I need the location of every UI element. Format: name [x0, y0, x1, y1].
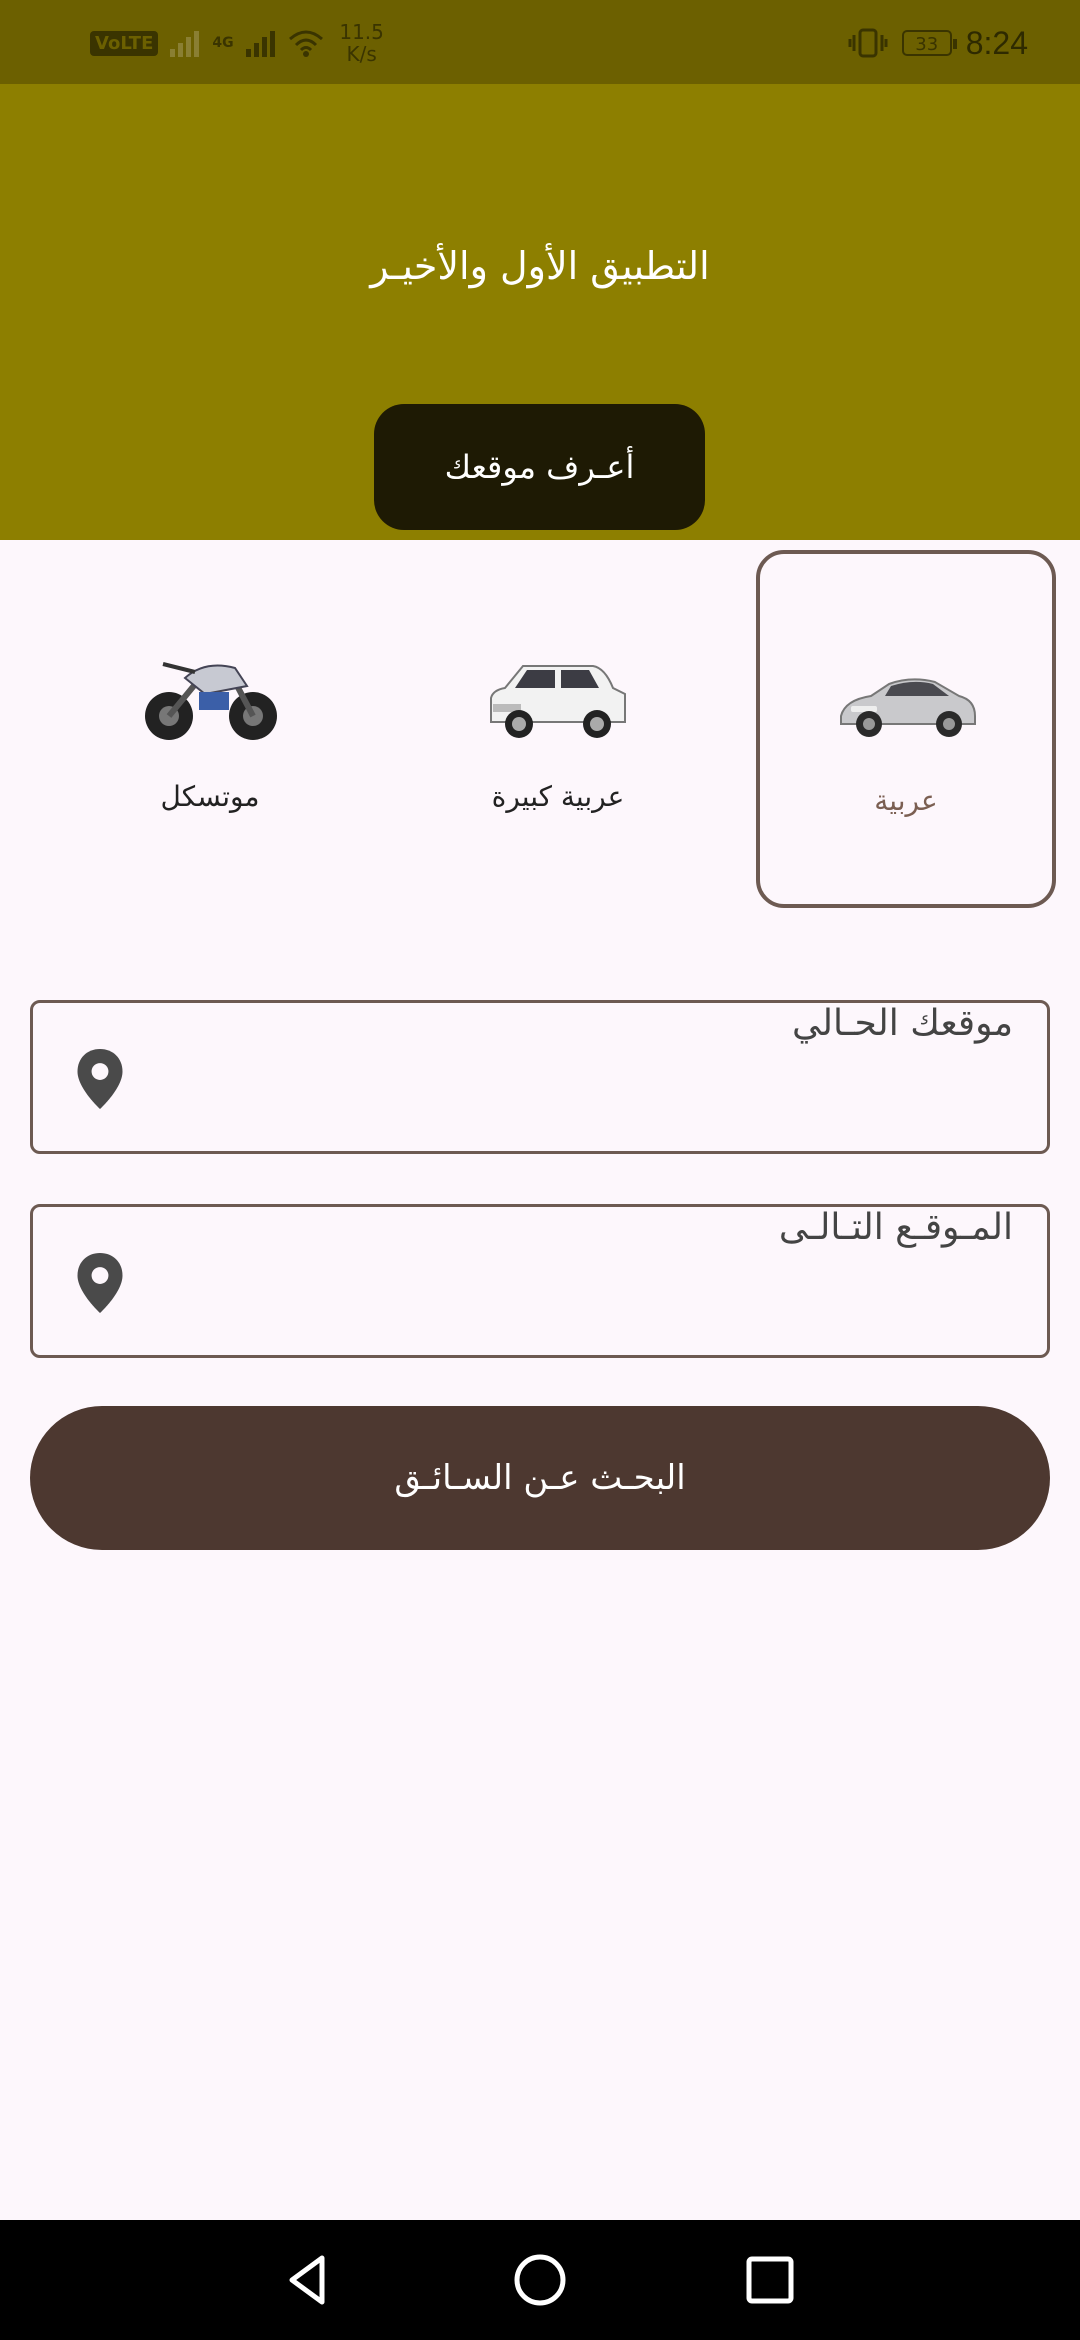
vehicle-option-suv[interactable]: عربية كبيرة	[408, 550, 708, 908]
status-right: 33 8:24	[848, 18, 1028, 68]
sports-car-icon	[840, 678, 976, 737]
signal-strength-icon	[245, 31, 275, 57]
signal-icon	[170, 31, 200, 57]
current-location-text: موقعك الحـالي	[792, 1003, 1013, 1044]
home-icon[interactable]	[510, 2250, 570, 2310]
status-left: VoLTE 4G 11.5 K/s	[90, 18, 390, 68]
vehicle-label-car: عربية	[874, 784, 938, 817]
next-location-field[interactable]: المـوقـع التـالـى	[30, 1204, 1050, 1358]
vehicle-option-car[interactable]: عربية	[756, 550, 1056, 908]
location-pin-icon	[77, 1253, 123, 1313]
system-nav-bar	[0, 2220, 1080, 2340]
wifi-icon	[288, 30, 323, 57]
speed-unit: K/s	[346, 42, 377, 66]
current-location-field[interactable]: موقعك الحـالي	[30, 1000, 1050, 1154]
app-title: التطبيق الأول والأخيـر	[370, 244, 710, 288]
locate-me-button[interactable]: أعـرف موقعك	[374, 404, 705, 530]
next-location-text: المـوقـع التـالـى	[778, 1207, 1013, 1248]
suv-icon	[490, 665, 626, 738]
vibrate-icon	[848, 28, 888, 58]
speed-value: 11.5	[339, 20, 384, 44]
clock: 8:24	[965, 24, 1028, 61]
search-driver-button[interactable]: البحـث عـن السـائـق	[30, 1406, 1050, 1550]
vehicle-label-motorcycle: موتسكل	[160, 780, 260, 813]
vehicle-option-motorcycle[interactable]: موتسكل	[60, 550, 360, 908]
vehicle-label-suv: عربية كبيرة	[491, 780, 625, 813]
network-speed: 11.5 K/s	[334, 21, 390, 65]
back-icon[interactable]	[278, 2250, 338, 2310]
network-type: 4G	[212, 35, 234, 51]
battery-indicator: 33	[901, 30, 957, 56]
status-bar: VoLTE 4G 11.5 K/s 33 8:24	[0, 0, 1080, 84]
recents-icon[interactable]	[740, 2250, 800, 2310]
location-pin-icon	[77, 1049, 123, 1109]
volte-badge: VoLTE	[90, 30, 159, 56]
motorcycle-icon	[145, 662, 277, 740]
